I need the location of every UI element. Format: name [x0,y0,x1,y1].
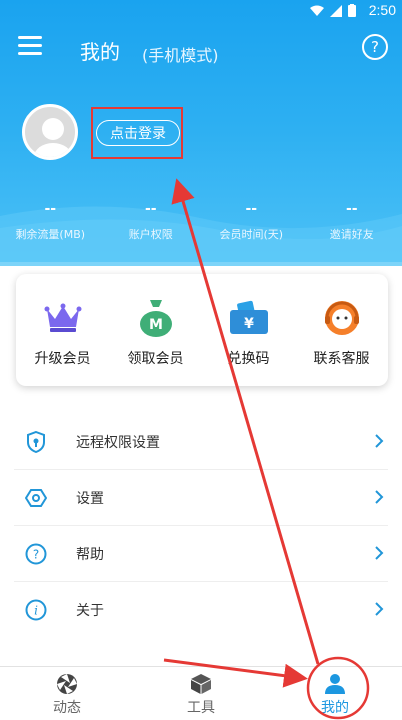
list-item-about[interactable]: i 关于 [14,582,388,638]
help-circle-icon[interactable]: ? [362,34,388,60]
bottom-navigation: 动态 工具 我的 [0,666,402,720]
nav-label: 工具 [187,700,215,716]
app-bar: 我的 (手机模式) ? [0,26,402,70]
person-icon [325,674,345,694]
menu-icon[interactable] [18,36,42,58]
money-bag-icon: M [135,298,177,338]
chevron-right-icon [375,546,384,560]
list-item-settings[interactable]: 设置 [14,470,388,526]
list-item-label: 关于 [76,603,104,619]
list-item-remote-permission[interactable]: 远程权限设置 [14,414,388,470]
stat-label: 账户权限 [128,228,173,241]
nav-tab-mine[interactable]: 我的 [268,667,402,720]
nav-tab-tools[interactable]: 工具 [134,667,268,720]
stat-invite-friends[interactable]: -- 邀请好友 [302,201,402,242]
page-title: 我的 [80,40,120,64]
list-item-help[interactable]: ? 帮助 [14,526,388,582]
list-item-label: 远程权限设置 [76,434,160,451]
svg-text:?: ? [33,547,39,561]
svg-text:i: i [34,604,38,618]
chevron-right-icon [375,490,384,504]
shield-icon [24,430,48,454]
contact-support-button[interactable]: 联系客服 [295,274,388,386]
settings-icon [24,486,48,510]
help-icon: ? [24,542,48,566]
card-label: 领取会员 [127,351,184,367]
card-label: 兑换码 [227,351,270,367]
status-bar: 2:50 [0,0,402,20]
settings-list: 远程权限设置 设置 ? 帮助 i 关于 [0,414,402,638]
stat-value: -- [44,201,57,217]
redeem-code-button[interactable]: ¥ 兑换码 [202,274,295,386]
info-icon: i [24,598,48,622]
support-agent-icon [321,298,363,338]
avatar[interactable] [22,104,78,160]
stat-label: 剩余流量(MB) [15,228,86,241]
stat-account-permission[interactable]: -- 账户权限 [101,201,202,242]
stat-value: -- [144,201,157,217]
page-subtitle: (手机模式) [142,46,219,65]
stat-value: -- [245,201,258,217]
wifi-icon [310,5,324,16]
ticket-icon: ¥ [228,298,270,338]
stat-remaining-traffic[interactable]: -- 剩余流量(MB) [0,201,101,242]
list-item-label: 设置 [76,490,104,507]
card-label: 联系客服 [313,351,370,367]
card-label: 升级会员 [34,351,91,367]
nav-label: 我的 [321,700,349,716]
annotation-highlight-box [91,107,183,159]
nav-label: 动态 [53,700,81,716]
box-icon [191,674,211,694]
account-stats: -- 剩余流量(MB) -- 账户权限 -- 会员时间(天) -- 邀请好友 [0,201,402,242]
stat-label: 会员时间(天) [219,228,284,241]
quick-actions-card: 升级会员 M 领取会员 ¥ 兑换码 联系客服 [16,274,388,386]
claim-member-button[interactable]: M 领取会员 [109,274,202,386]
crown-icon [42,298,84,338]
svg-text:M: M [149,317,163,333]
chevron-right-icon [375,602,384,616]
stat-label: 邀请好友 [329,228,374,241]
svg-text:¥: ¥ [244,316,254,332]
stat-value: -- [345,201,358,217]
nav-tab-feed[interactable]: 动态 [0,667,134,720]
stat-membership-days[interactable]: -- 会员时间(天) [201,201,302,242]
status-time: 2:50 [368,2,396,18]
screen: 2:50 我的 (手机模式) ? 点击登录 -- 剩余流量(MB) -- 账户权… [0,0,402,720]
status-icons [310,4,356,17]
battery-icon [348,4,356,17]
upgrade-member-button[interactable]: 升级会员 [16,274,109,386]
chevron-right-icon [375,434,384,448]
list-item-label: 帮助 [76,546,104,563]
aperture-icon [57,674,77,694]
signal-icon [330,4,342,17]
